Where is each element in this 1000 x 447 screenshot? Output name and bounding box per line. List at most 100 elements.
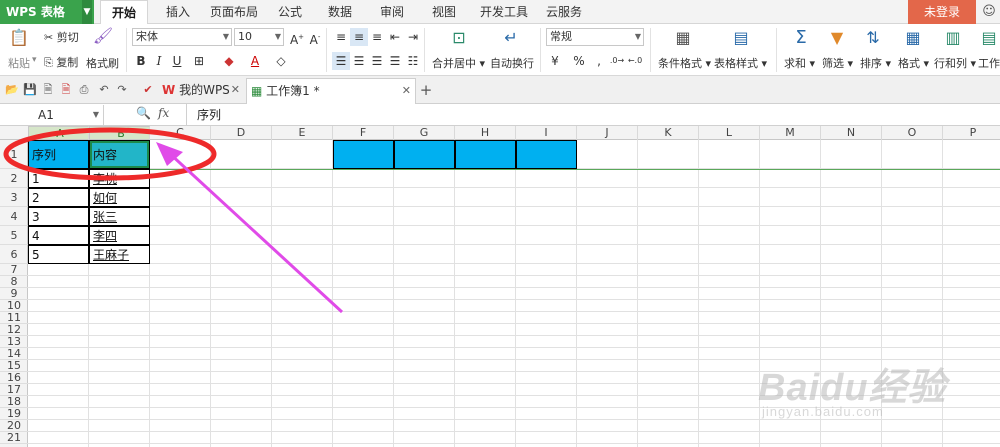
- indent-decrease-icon[interactable]: ⇤: [386, 28, 404, 46]
- format-button[interactable]: 格式 ▾: [898, 55, 929, 71]
- print-preview-icon[interactable]: 🗎: [40, 82, 56, 98]
- cell-a5[interactable]: 4: [28, 226, 89, 245]
- row-header-6[interactable]: 6: [0, 245, 28, 264]
- increase-decimal-icon[interactable]: .0→: [608, 52, 626, 70]
- merge-center-icon[interactable]: ⊡: [448, 28, 470, 48]
- doc-tab-workbook[interactable]: ▦ 工作簿1 * ✕: [246, 78, 416, 104]
- cell-b1[interactable]: 内容: [89, 140, 150, 169]
- tab-page-layout[interactable]: 页面布局: [206, 0, 262, 24]
- tab-cloud[interactable]: 云服务: [540, 0, 588, 24]
- tab-insert[interactable]: 插入: [158, 0, 198, 24]
- font-size-select[interactable]: 10 ▼: [234, 28, 284, 46]
- cell-i1[interactable]: [516, 140, 577, 169]
- shrink-font-icon[interactable]: A-: [306, 28, 324, 47]
- currency-icon[interactable]: ¥: [546, 52, 564, 70]
- sort-button[interactable]: 排序 ▾: [860, 55, 891, 71]
- user-icon[interactable]: ☺: [978, 3, 1000, 21]
- grow-font-icon[interactable]: A+: [288, 28, 306, 47]
- close-icon[interactable]: ✕: [231, 78, 240, 102]
- doc-tab-my-wps[interactable]: W 我的WPS ✕: [158, 78, 244, 104]
- new-tab-icon[interactable]: +: [418, 82, 434, 98]
- chevron-down-icon[interactable]: ▼: [82, 0, 92, 24]
- indent-increase-icon[interactable]: ⇥: [404, 28, 422, 46]
- conditional-format-icon[interactable]: ▦: [672, 28, 694, 48]
- font-color-icon[interactable]: A: [246, 52, 264, 70]
- column-header-n[interactable]: N: [821, 126, 882, 140]
- column-header-k[interactable]: K: [638, 126, 699, 140]
- format-painter-button[interactable]: 格式刷: [86, 55, 119, 71]
- tab-formulas[interactable]: 公式: [270, 0, 310, 24]
- column-header-d[interactable]: D: [211, 126, 272, 140]
- tab-data[interactable]: 数据: [320, 0, 360, 24]
- border-icon[interactable]: ⊞: [190, 52, 208, 70]
- cell-b2[interactable]: 李桃: [89, 169, 150, 188]
- sort-icon[interactable]: ⇅: [862, 28, 884, 48]
- column-header-j[interactable]: J: [577, 126, 638, 140]
- row-header-1[interactable]: 1: [0, 140, 28, 169]
- merge-center-button[interactable]: 合并居中 ▾: [432, 55, 485, 71]
- align-middle-icon[interactable]: ≡: [350, 28, 368, 46]
- sum-icon[interactable]: Σ: [790, 28, 812, 48]
- cell-a2[interactable]: 1: [28, 169, 89, 188]
- copy-button[interactable]: ⎘ 复制: [44, 54, 78, 70]
- formula-input[interactable]: 序列: [186, 104, 1000, 126]
- customize-icon[interactable]: ✔: [140, 82, 156, 98]
- table-style-button[interactable]: 表格样式 ▾: [714, 55, 767, 71]
- underline-icon[interactable]: U: [168, 52, 186, 70]
- cell-f1[interactable]: [333, 140, 394, 169]
- cell-b6[interactable]: 王麻子: [89, 245, 150, 264]
- cell-g1[interactable]: [394, 140, 455, 169]
- row-header-5[interactable]: 5: [0, 226, 28, 245]
- column-header-e[interactable]: E: [272, 126, 333, 140]
- login-button[interactable]: 未登录: [908, 0, 976, 24]
- cell-a4[interactable]: 3: [28, 207, 89, 226]
- decrease-decimal-icon[interactable]: ←.0: [626, 52, 644, 70]
- column-header-g[interactable]: G: [394, 126, 455, 140]
- cell-b3[interactable]: 如何: [89, 188, 150, 207]
- column-header-c[interactable]: C: [150, 126, 211, 140]
- format-painter-icon[interactable]: 🖌: [92, 26, 114, 46]
- column-header-h[interactable]: H: [455, 126, 516, 140]
- row-header-3[interactable]: 3: [0, 188, 28, 207]
- column-header-m[interactable]: M: [760, 126, 821, 140]
- thousands-button[interactable]: ,: [590, 52, 608, 70]
- rows-cols-button[interactable]: 行和列 ▾: [934, 55, 976, 71]
- sum-button[interactable]: 求和 ▾: [784, 55, 815, 71]
- filter-icon[interactable]: ▼: [826, 28, 848, 48]
- percent-button[interactable]: %: [570, 52, 588, 70]
- export-pdf-icon[interactable]: 🗎: [58, 82, 74, 98]
- italic-icon[interactable]: I: [150, 52, 168, 70]
- row-header-4[interactable]: 4: [0, 207, 28, 226]
- chevron-down-icon[interactable]: ▾: [32, 55, 37, 65]
- justify-icon[interactable]: ☰: [386, 52, 404, 70]
- worksheet-button[interactable]: 工作: [978, 55, 1000, 71]
- row-header-2[interactable]: 2: [0, 169, 28, 188]
- worksheet-icon[interactable]: ▤: [978, 28, 1000, 48]
- cell-b5[interactable]: 李四: [89, 226, 150, 245]
- clear-format-icon[interactable]: ◇: [272, 52, 290, 70]
- align-bottom-icon[interactable]: ≡: [368, 28, 386, 46]
- fx-icon[interactable]: fx: [158, 106, 169, 120]
- column-header-a[interactable]: A: [28, 126, 89, 140]
- zoom-icon[interactable]: 🔍: [136, 106, 151, 120]
- distribute-icon[interactable]: ☷: [404, 52, 422, 70]
- column-header-b[interactable]: B: [89, 126, 150, 140]
- redo-icon[interactable]: ↷: [114, 82, 130, 98]
- format-icon[interactable]: ▦: [902, 28, 924, 48]
- tab-review[interactable]: 审阅: [372, 0, 412, 24]
- tab-view[interactable]: 视图: [424, 0, 464, 24]
- align-center-icon[interactable]: ☰: [350, 52, 368, 70]
- cell-a6[interactable]: 5: [28, 245, 89, 264]
- paste-icon[interactable]: 📋: [8, 28, 30, 48]
- cell-b4[interactable]: 张三: [89, 207, 150, 226]
- column-header-f[interactable]: F: [333, 126, 394, 140]
- cell-a1[interactable]: 序列: [28, 140, 89, 169]
- align-top-icon[interactable]: ≡: [332, 28, 350, 46]
- close-icon[interactable]: ✕: [402, 79, 411, 103]
- number-format-select[interactable]: 常规 ▼: [546, 28, 644, 46]
- font-family-select[interactable]: 宋体 ▼: [132, 28, 232, 46]
- table-style-icon[interactable]: ▤: [730, 28, 752, 48]
- conditional-format-button[interactable]: 条件格式 ▾: [658, 55, 711, 71]
- column-header-i[interactable]: I: [516, 126, 577, 140]
- tab-developer[interactable]: 开发工具: [476, 0, 532, 24]
